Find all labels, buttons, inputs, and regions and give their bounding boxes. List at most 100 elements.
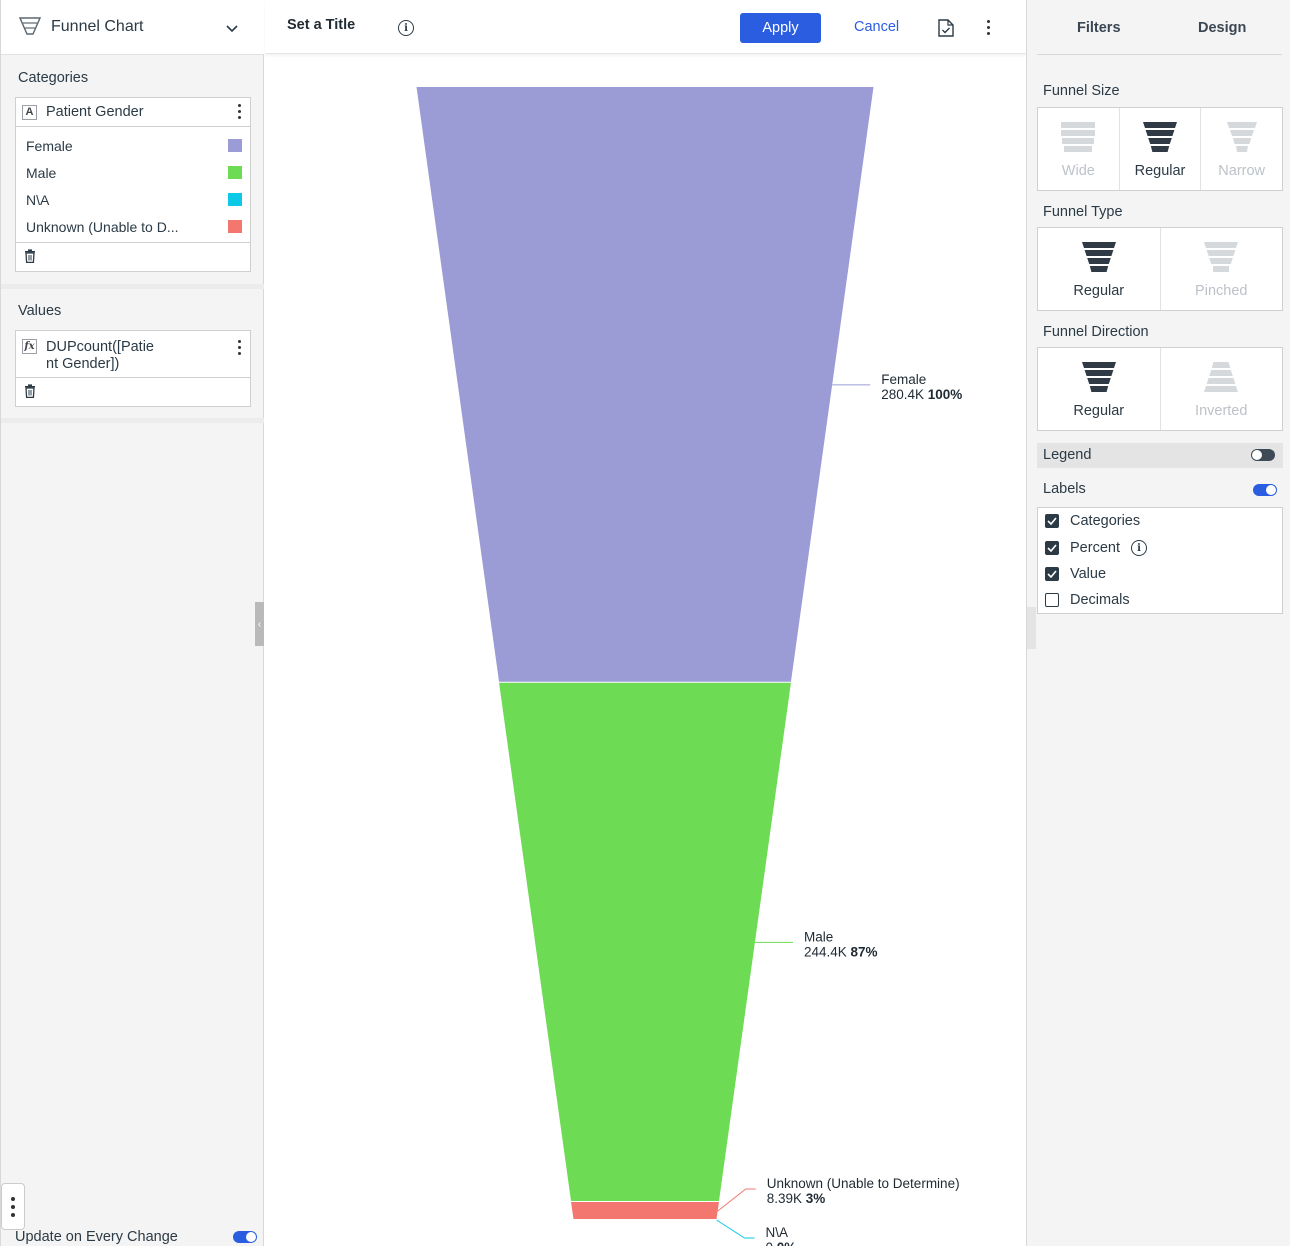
labels-toggle[interactable] bbox=[1253, 484, 1277, 496]
category-item[interactable]: Male bbox=[16, 159, 250, 186]
checkbox-checked-icon[interactable] bbox=[1045, 514, 1059, 528]
value-formula-line2: nt Gender]) bbox=[46, 356, 120, 372]
funnel-regular-icon bbox=[1142, 121, 1178, 158]
funnel-size-narrow[interactable]: Narrow bbox=[1200, 108, 1282, 190]
funnel-chart-area: Female 280.4K 100% Male 244.4K 87% Unknown (… bbox=[265, 55, 1026, 1246]
category-color-swatch[interactable] bbox=[228, 139, 242, 152]
collapse-left-panel-handle[interactable]: ‹ bbox=[255, 602, 264, 646]
category-field-header[interactable]: A Patient Gender bbox=[16, 98, 250, 127]
funnel-size-wide[interactable]: Wide bbox=[1038, 108, 1119, 190]
value-formula: DUPcount([Patie nt Gender]) bbox=[46, 339, 154, 377]
category-list: Female Male N\A Unknown (Unable to D... bbox=[16, 127, 250, 240]
right-panel: Filters Design Funnel Size Wide Regular … bbox=[1026, 0, 1290, 1246]
label-leader-line bbox=[717, 1188, 756, 1212]
checkbox-checked-icon[interactable] bbox=[1045, 567, 1059, 581]
checkbox-checked-icon[interactable] bbox=[1045, 541, 1059, 555]
collapse-right-panel-handle[interactable] bbox=[1027, 607, 1036, 649]
category-item-label: Unknown (Unable to D... bbox=[26, 218, 179, 235]
labels-label: Labels bbox=[1043, 481, 1086, 497]
save-document-icon[interactable] bbox=[938, 19, 954, 40]
categories-label: Categories bbox=[18, 70, 89, 86]
funnel-size-narrow-label: Narrow bbox=[1218, 163, 1266, 179]
legend-label: Legend bbox=[1043, 447, 1092, 463]
funnel-direction-options: Regular Inverted bbox=[1037, 347, 1283, 431]
value-formula-line1: DUPcount([Patie bbox=[46, 339, 154, 355]
chevron-down-icon[interactable] bbox=[226, 20, 238, 36]
funnel-type-options: Regular Pinched bbox=[1037, 227, 1283, 311]
funnel-segment[interactable] bbox=[416, 87, 874, 682]
label-options: Categories Percent i Value Decimals bbox=[1037, 507, 1283, 614]
funnel-size-regular-label: Regular bbox=[1134, 163, 1186, 179]
funnel-direction-inverted[interactable]: Inverted bbox=[1159, 348, 1283, 430]
funnel-type-regular-label: Regular bbox=[1073, 283, 1125, 299]
label-option-text: Value bbox=[1070, 566, 1107, 582]
kebab-icon[interactable] bbox=[237, 104, 241, 119]
section-divider bbox=[1, 418, 264, 423]
label-option-value[interactable]: Value bbox=[1045, 566, 1106, 582]
widget-title[interactable]: Set a Title bbox=[287, 17, 355, 33]
funnel-value-label: 280.4K 100% bbox=[881, 387, 962, 402]
label-option-text: Percent bbox=[1070, 540, 1120, 556]
funnel-value-label: 244.4K 87% bbox=[804, 944, 878, 959]
category-color-swatch[interactable] bbox=[228, 220, 242, 233]
funnel-type-regular[interactable]: Regular bbox=[1038, 228, 1160, 310]
category-color-swatch[interactable] bbox=[228, 166, 242, 179]
category-item[interactable]: Unknown (Unable to D... bbox=[16, 213, 250, 240]
funnel-chart: Female280.4K 100% Male244.4K 87% Unknown (… bbox=[416, 87, 962, 1246]
category-field-name: Patient Gender bbox=[46, 104, 144, 120]
kebab-icon[interactable] bbox=[237, 340, 241, 355]
funnel-size-options: Wide Regular Narrow bbox=[1037, 107, 1283, 191]
category-item[interactable]: Female bbox=[16, 132, 250, 159]
category-item-label: N\A bbox=[26, 191, 50, 208]
category-item-label: Female bbox=[26, 137, 73, 154]
label-leader-line bbox=[716, 1219, 755, 1239]
label-option-text: Decimals bbox=[1070, 592, 1130, 608]
funnel-type-pinched[interactable]: Pinched bbox=[1159, 228, 1283, 310]
funnel-icon bbox=[18, 16, 42, 38]
funnel-direction-regular[interactable]: Regular bbox=[1038, 348, 1160, 430]
category-item-label: Male bbox=[26, 164, 57, 181]
more-options-icon[interactable] bbox=[986, 20, 990, 35]
categories-panel: A Patient Gender Female Male N\A Unknown (U… bbox=[15, 97, 251, 272]
checkbox-unchecked-icon[interactable] bbox=[1045, 593, 1059, 607]
tab-design[interactable]: Design bbox=[1198, 20, 1246, 36]
tab-filters[interactable]: Filters bbox=[1077, 20, 1121, 36]
cancel-button[interactable]: Cancel bbox=[854, 19, 899, 35]
label-option-decimals[interactable]: Decimals bbox=[1045, 592, 1130, 608]
value-field-header[interactable]: fx DUPcount([Patie nt Gender]) bbox=[16, 331, 250, 378]
funnel-direction-label: Funnel Direction bbox=[1043, 324, 1149, 340]
label-option-text: Categories bbox=[1070, 513, 1141, 529]
funnel-direction-inverted-label: Inverted bbox=[1195, 403, 1248, 419]
editor-header: Set a Title i Apply Cancel bbox=[265, 0, 1026, 54]
update-on-change-toggle[interactable] bbox=[233, 1231, 257, 1243]
funnel-inverted-icon bbox=[1203, 361, 1239, 398]
funnel-category-label: N\A bbox=[766, 1225, 789, 1240]
trash-icon[interactable] bbox=[24, 248, 36, 266]
category-item[interactable]: N\A bbox=[16, 186, 250, 213]
legend-toggle[interactable] bbox=[1251, 449, 1275, 461]
funnel-category-label: Male bbox=[804, 929, 833, 944]
label-option-percent[interactable]: Percent i bbox=[1045, 540, 1147, 556]
funnel-regular-icon bbox=[1081, 241, 1117, 278]
formula-icon: fx bbox=[22, 339, 37, 354]
design-tabs: Filters Design bbox=[1037, 0, 1282, 55]
update-on-change-label: Update on Every Change bbox=[15, 1229, 178, 1245]
info-icon[interactable]: i bbox=[1130, 540, 1147, 556]
widget-type-selector[interactable]: Funnel Chart bbox=[1, 0, 264, 55]
drag-handle[interactable] bbox=[1, 1183, 25, 1230]
values-label: Values bbox=[18, 303, 62, 319]
legend-row: Legend bbox=[1037, 443, 1283, 468]
label-option-categories[interactable]: Categories bbox=[1045, 513, 1140, 529]
funnel-size-regular[interactable]: Regular bbox=[1118, 108, 1201, 190]
trash-icon[interactable] bbox=[24, 384, 36, 401]
funnel-regular-icon bbox=[1081, 361, 1117, 398]
funnel-segment[interactable] bbox=[499, 682, 791, 1202]
funnel-type-pinched-label: Pinched bbox=[1195, 283, 1248, 299]
apply-button[interactable]: Apply bbox=[740, 13, 821, 43]
funnel-direction-regular-label: Regular bbox=[1073, 403, 1125, 419]
category-color-swatch[interactable] bbox=[228, 193, 242, 206]
widget-type-label: Funnel Chart bbox=[51, 18, 144, 35]
funnel-category-label: Female bbox=[881, 372, 926, 387]
funnel-segment[interactable] bbox=[571, 1202, 719, 1219]
info-icon[interactable]: i bbox=[398, 20, 414, 36]
